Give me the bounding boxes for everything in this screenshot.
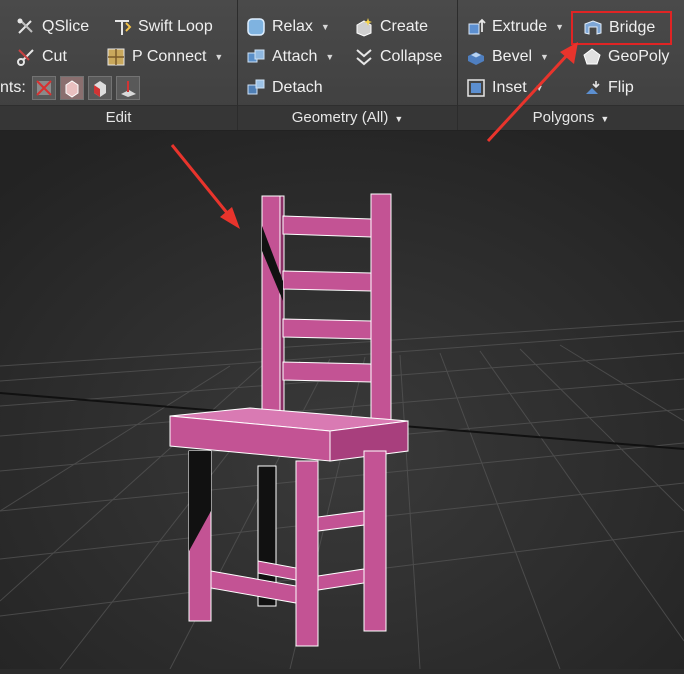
- p-connect-icon: [107, 48, 125, 66]
- flip-label: Flip: [608, 79, 634, 96]
- qslice-icon: [17, 18, 33, 34]
- geometry-panel: Relax ▼ Create Attach ▼ Collapse Detach …: [238, 0, 458, 130]
- chair-rear-right-leg[interactable]: [363, 450, 387, 632]
- constraints-row: nts:: [0, 75, 144, 101]
- create-icon: [356, 18, 372, 37]
- p-connect-button[interactable]: P Connect ▼: [106, 44, 223, 70]
- chair-back-right-post[interactable]: [370, 193, 392, 430]
- relax-button[interactable]: Relax ▼: [246, 14, 330, 40]
- annotation-arrow-bridge: [486, 42, 578, 143]
- chair-front-right-leg[interactable]: [295, 460, 319, 647]
- attach-button[interactable]: Attach ▼: [246, 44, 334, 70]
- constraint-none-button[interactable]: [31, 76, 56, 100]
- constraint-none-icon: [36, 80, 52, 96]
- swift-loop-button[interactable]: Swift Loop: [112, 14, 213, 40]
- edit-panel-title[interactable]: Edit: [0, 105, 237, 130]
- p-connect-label: P Connect: [132, 48, 207, 65]
- constraint-face-icon: [93, 81, 106, 97]
- qslice-label: QSlice: [42, 18, 90, 35]
- geopoly-label: GeoPoly: [608, 48, 670, 65]
- swift-loop-label: Swift Loop: [138, 18, 213, 35]
- constraint-face-button[interactable]: [87, 76, 112, 100]
- relax-label: Relax: [272, 18, 313, 35]
- bridge-label: Bridge: [609, 19, 656, 36]
- p-connect-dropdown-arrow[interactable]: ▼: [214, 52, 223, 62]
- geopoly-button[interactable]: GeoPoly: [582, 44, 669, 70]
- detach-button[interactable]: Detach: [246, 75, 323, 101]
- constraint-normal-button[interactable]: [115, 76, 140, 100]
- chair-back-left-post[interactable]: [261, 195, 283, 427]
- geometry-panel-title-text: Geometry (All): [291, 109, 389, 126]
- polygons-panel-dropdown-arrow: ▼: [600, 114, 610, 124]
- attach-label: Attach: [272, 48, 318, 65]
- attach-dropdown-arrow[interactable]: ▼: [325, 52, 334, 62]
- qslice-button[interactable]: QSlice: [16, 14, 89, 40]
- create-button[interactable]: Create: [354, 14, 428, 40]
- relax-icon: [247, 18, 265, 36]
- geometry-panel-dropdown-arrow: ▼: [394, 114, 404, 124]
- chair-back-rail-4[interactable]: [282, 361, 372, 383]
- cut-label: Cut: [42, 48, 67, 65]
- chair-back-rail-3[interactable]: [282, 318, 372, 340]
- relax-dropdown-arrow[interactable]: ▼: [321, 22, 330, 32]
- constraints-label: nts:: [0, 79, 26, 96]
- cut-icon: [17, 49, 34, 66]
- viewport-canvas: [0, 131, 684, 670]
- chair-back-rail-2[interactable]: [282, 270, 372, 292]
- create-label: Create: [380, 18, 429, 35]
- constraint-normal-icon: [120, 81, 136, 97]
- collapse-button[interactable]: Collapse: [354, 44, 442, 70]
- detach-label: Detach: [272, 79, 323, 96]
- edit-panel: QSlice Swift Loop Cut P Connect ▼ nts: E…: [0, 0, 238, 130]
- geometry-panel-title[interactable]: Geometry (All) ▼: [238, 105, 457, 130]
- chair-back-rail-1[interactable]: [282, 215, 372, 238]
- constraint-edge-button[interactable]: [59, 76, 84, 100]
- detach-icon: [247, 79, 265, 95]
- collapse-label: Collapse: [380, 48, 443, 65]
- viewport-background: [0, 131, 684, 669]
- swift-loop-icon: [115, 20, 132, 35]
- cut-button[interactable]: Cut: [16, 44, 67, 70]
- attach-icon: [247, 49, 265, 63]
- perspective-viewport[interactable]: [0, 131, 684, 670]
- constraint-edge-icon: [65, 80, 79, 98]
- collapse-icon: [356, 49, 372, 66]
- edit-panel-title-text: Edit: [105, 109, 132, 126]
